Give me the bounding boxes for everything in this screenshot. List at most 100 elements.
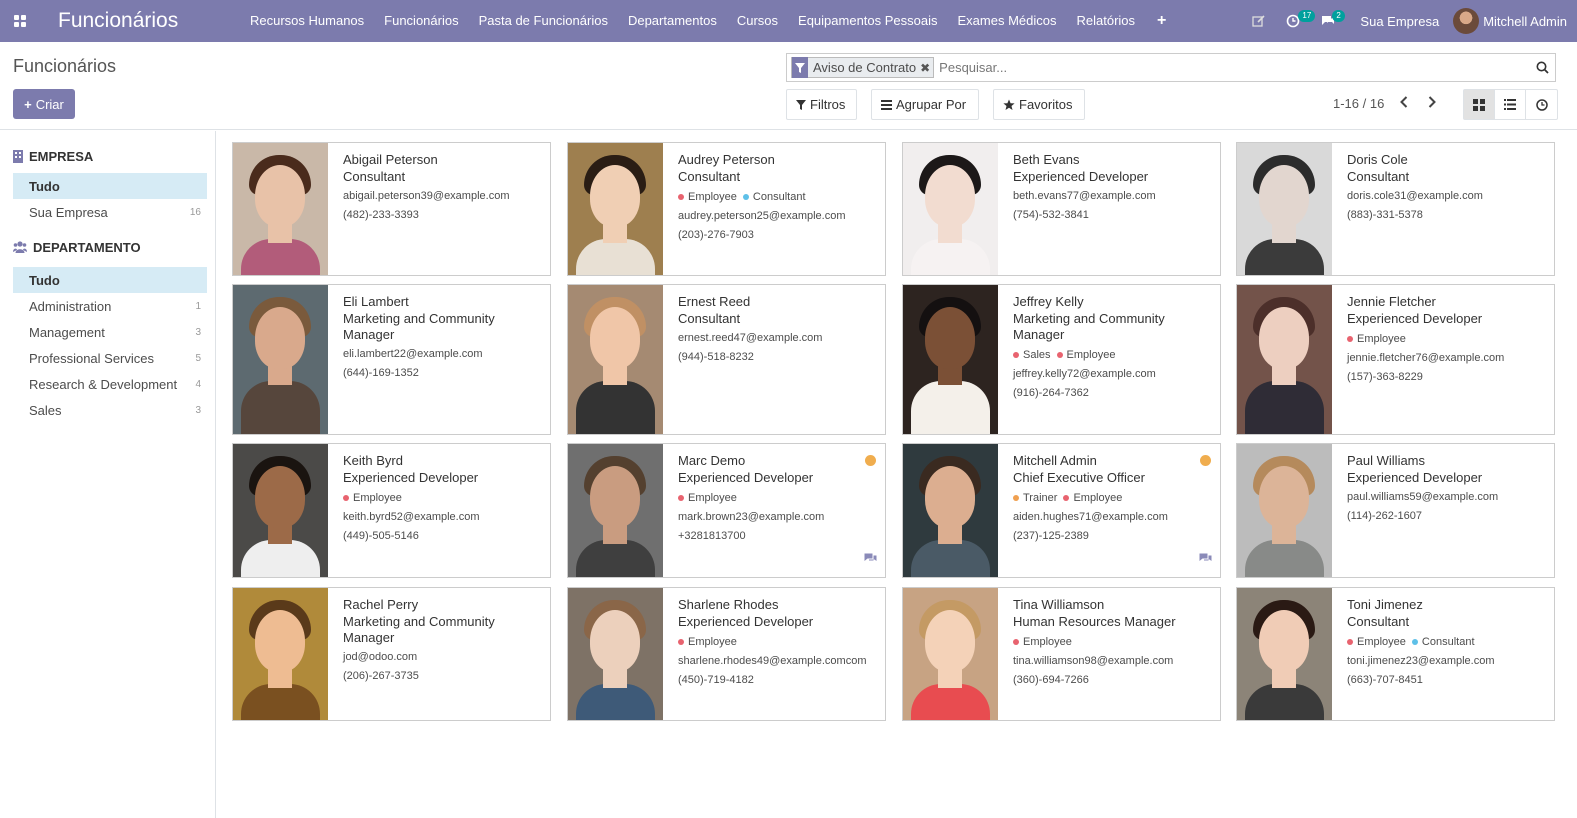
users-icon [13,241,27,253]
employee-phone: (360)-694-7266 [1013,674,1089,686]
employee-card[interactable]: Beth Evans Experienced Developer beth.evan… [902,142,1221,276]
employee-phone: (754)-532-3841 [1013,209,1089,221]
employee-card[interactable]: Tina Williamson Human Resources Manager Em… [902,587,1221,721]
employee-name: Sharlene Rhodes [678,597,779,612]
search-input[interactable] [934,55,1529,80]
employee-email: jeffrey.kelly72@example.com [1013,368,1156,380]
activity-view-icon[interactable] [1526,90,1557,119]
chat-icon[interactable] [1199,552,1212,567]
top-navbar: Funcionários Recursos Humanos Funcionári… [0,0,1577,42]
menu-item-funcionarios[interactable]: Funcionários [374,0,468,42]
employee-tags: Sales Employee [1013,347,1220,363]
sidebar-item-professional-services[interactable]: Professional Services 5 [13,345,207,371]
company-switcher[interactable]: Sua Empresa [1346,14,1453,29]
employee-email: paul.williams59@example.com [1347,491,1499,503]
employee-name: Abigail Peterson [343,152,438,167]
menu-item-pasta-funcionarios[interactable]: Pasta de Funcionários [469,0,618,42]
messages-icon[interactable]: 2 [1310,0,1346,42]
employee-photo [903,588,998,720]
employee-phone: (663)-707-8451 [1347,674,1423,686]
employee-job-title: Human Resources Manager [1013,614,1176,629]
remove-facet-icon[interactable]: ✖ [920,61,933,75]
filter-icon [796,99,806,110]
menu-item-relatorios[interactable]: Relatórios [1067,0,1146,42]
employee-email: aiden.hughes71@example.com [1013,511,1168,523]
menu-item-equipamentos[interactable]: Equipamentos Pessoais [788,0,947,42]
employee-tags: Employee [678,634,885,650]
create-button[interactable]: + Criar [13,89,75,119]
filter-icon [792,57,808,78]
employee-card[interactable]: Keith Byrd Experienced Developer Employee k… [232,443,551,578]
pager-next-icon[interactable] [1428,96,1436,111]
employee-card[interactable]: Jennie Fletcher Experienced Developer Empl… [1236,284,1555,435]
employee-card[interactable]: Toni Jimenez Consultant Employee Consultant… [1236,587,1555,721]
messages-badge: 2 [1332,10,1345,22]
employee-card[interactable]: Marc Demo Experienced Developer Employee ma… [567,443,886,578]
sidebar-item-company-all[interactable]: Tudo [13,173,207,199]
favorites-button[interactable]: Favoritos [993,89,1085,120]
menu-item-recursos-humanos[interactable]: Recursos Humanos [240,0,374,42]
employee-card[interactable]: Rachel Perry Marketing and Community Mana… [232,587,551,721]
employee-card[interactable]: Mitchell Admin Chief Executive Officer Tra… [902,443,1221,578]
employee-card[interactable]: Jeffrey Kelly Marketing and Community Man… [902,284,1221,435]
activity-clock-icon[interactable]: 17 [1276,0,1316,42]
filters-button[interactable]: Filtros [786,89,857,120]
star-icon [1003,99,1015,110]
pager-value[interactable]: 1-16 / 16 [1333,96,1384,111]
section-title-department: DEPARTAMENTO [0,235,215,259]
employee-tags: Employee [678,490,885,506]
user-menu[interactable]: Mitchell Admin [1453,8,1577,34]
employee-card[interactable]: Ernest Reed Consultant ernest.reed47@examp… [567,284,886,435]
employee-photo [233,444,328,577]
systray: 17 2 Sua Empresa Mitchell Admin [1242,0,1577,42]
user-avatar [1453,8,1480,34]
employee-photo [568,143,663,275]
employee-card[interactable]: Audrey Peterson Consultant Employee Consult… [567,142,886,276]
kanban-view-icon[interactable] [1464,90,1495,119]
edit-icon[interactable] [1242,0,1276,42]
employee-phone: (157)-363-8229 [1347,371,1423,383]
employee-job-title: Experienced Developer [678,614,814,629]
employee-tag: Employee [343,492,402,504]
sidebar-item-sales[interactable]: Sales 3 [13,397,207,423]
employee-tags: Employee Consultant [1347,634,1554,650]
sidebar-item-sua-empresa[interactable]: Sua Empresa 16 [13,199,207,225]
sidebar-item-management[interactable]: Management 3 [13,319,207,345]
employee-tags: Employee [343,490,550,506]
employee-name: Mitchell Admin [1013,453,1097,468]
employee-phone: (449)-505-5146 [343,530,419,542]
employee-name: Rachel Perry [343,597,419,612]
employee-tag: Employee [678,492,737,504]
menu-item-exames-medicos[interactable]: Exames Médicos [948,0,1067,42]
employee-card[interactable]: Paul Williams Experienced Developer paul.w… [1236,443,1555,578]
employee-name: Jeffrey Kelly [1013,294,1084,309]
sidebar-item-research-development[interactable]: Research & Development 4 [13,371,207,397]
menu-item-cursos[interactable]: Cursos [727,0,788,42]
employee-card[interactable]: Eli Lambert Marketing and Community Manag… [232,284,551,435]
apps-menu-icon[interactable] [0,0,40,42]
building-icon [13,149,23,163]
employee-job-title: Chief Executive Officer [1013,470,1145,485]
employee-email: keith.byrd52@example.com [343,511,480,523]
employee-card[interactable]: Abigail Peterson Consultant abigail.peters… [232,142,551,276]
groupby-button[interactable]: Agrupar Por [871,89,979,120]
pager-previous-icon[interactable] [1400,96,1408,111]
section-title-company: EMPRESA [0,144,215,168]
employee-phone: +3281813700 [678,530,746,542]
sidebar-item-department-all[interactable]: Tudo [13,267,207,293]
employee-card[interactable]: Doris Cole Consultant doris.cole31@example… [1236,142,1555,276]
menu-item-departamentos[interactable]: Departamentos [618,0,727,42]
employee-tags: Employee Consultant [678,189,885,205]
chat-icon[interactable] [864,552,877,567]
app-title[interactable]: Funcionários [58,9,240,33]
plus-icon[interactable]: + [1145,0,1178,42]
employee-card[interactable]: Sharlene Rhodes Experienced Developer Empl… [567,587,886,721]
search-facet: Aviso de Contrato ✖ [791,57,935,78]
employee-email: eli.lambert22@example.com [343,348,483,360]
employee-photo [568,285,663,434]
employee-tag: Consultant [1411,636,1475,648]
employee-photo [903,143,998,275]
search-icon[interactable] [1529,61,1555,74]
list-view-icon[interactable] [1495,90,1526,119]
sidebar-item-administration[interactable]: Administration 1 [13,293,207,319]
